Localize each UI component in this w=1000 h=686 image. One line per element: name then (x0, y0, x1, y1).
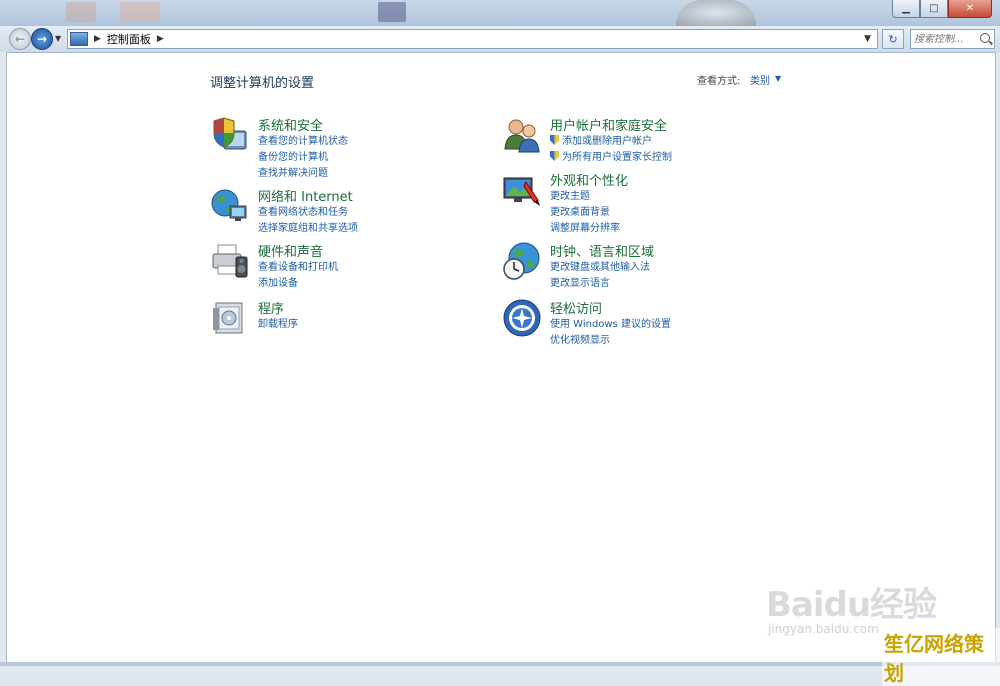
breadcrumb-chevron-icon[interactable]: ▶ (94, 34, 101, 44)
category-link[interactable]: 调整屏幕分辨率 (550, 219, 620, 234)
programs-icon[interactable] (210, 298, 250, 338)
refresh-button[interactable]: ↻ (882, 29, 904, 49)
users-icon[interactable] (502, 115, 542, 155)
view-by-dropdown[interactable]: 类别 (750, 72, 770, 87)
search-input[interactable] (914, 33, 976, 45)
category-system-security: 系统和安全 查看您的计算机状态 备份您的计算机 查找并解决问题 (210, 115, 470, 179)
category-hardware-sound: 硬件和声音 查看设备和打印机 添加设备 (210, 241, 470, 289)
navigation-bar: ← → ▼ ▶ 控制面板 ▶ ▼ ↻ (0, 26, 1000, 52)
category-clock-language-region: 时钟、语言和区域 更改键盘或其他输入法 更改显示语言 (502, 241, 782, 289)
address-bar[interactable]: ▶ 控制面板 ▶ ▼ (67, 29, 878, 49)
breadcrumb-chevron-icon[interactable]: ▶ (157, 34, 164, 44)
network-globe-icon[interactable] (210, 186, 250, 226)
minimize-button[interactable]: ▁ (892, 0, 920, 18)
category-user-accounts: 用户帐户和家庭安全 添加或删除用户帐户 为所有用户设置家长控制 (502, 115, 782, 163)
ease-of-access-icon[interactable] (502, 298, 542, 338)
background-window-ghost (66, 2, 96, 22)
link-label: 添加或删除用户帐户 (562, 136, 652, 147)
category-network-internet: 网络和 Internet 查看网络状态和任务 选择家庭组和共享选项 (210, 186, 470, 234)
category-link[interactable]: 选择家庭组和共享选项 (258, 219, 358, 234)
category-link[interactable]: 查看网络状态和任务 (258, 203, 348, 218)
printer-speaker-icon[interactable] (210, 241, 250, 281)
view-by-label: 查看方式: (697, 76, 741, 87)
category-link[interactable]: 更改显示语言 (550, 274, 610, 289)
search-box[interactable] (910, 29, 995, 49)
category-link[interactable]: 为所有用户设置家长控制 (550, 148, 672, 163)
category-link[interactable]: 优化视频显示 (550, 331, 610, 346)
back-button[interactable]: ← (9, 28, 31, 50)
shield-monitor-icon[interactable] (210, 115, 250, 155)
background-window-ghost (120, 2, 160, 22)
category-appearance: 外观和个性化 更改主题 更改桌面背景 调整屏幕分辨率 (502, 170, 782, 234)
category-link[interactable]: 更改键盘或其他输入法 (550, 258, 650, 273)
search-icon[interactable] (980, 33, 990, 43)
category-link[interactable]: 卸载程序 (258, 315, 298, 330)
control-panel-icon (70, 32, 88, 46)
appearance-icon[interactable] (502, 170, 542, 210)
uac-shield-icon (550, 151, 559, 161)
page-title: 调整计算机的设置 (210, 76, 315, 91)
close-button[interactable]: ✕ (948, 0, 992, 18)
watermark-url: jingyan.baidu.com (768, 622, 879, 636)
category-link[interactable]: 查看您的计算机状态 (258, 132, 348, 147)
category-link[interactable]: 更改主题 (550, 187, 590, 202)
category-link[interactable]: 查看设备和打印机 (258, 258, 338, 273)
watermark-text: 笙亿网络策划 (882, 628, 1000, 686)
uac-shield-icon (550, 135, 559, 145)
address-dropdown-icon[interactable]: ▼ (864, 34, 871, 44)
back-arrow-icon: ← (14, 32, 26, 46)
background-window-ghost (676, 0, 756, 26)
control-panel-content: 调整计算机的设置 查看方式: 类别 ▼ 系统和安全 查看您的计算机状态 备份您的… (6, 52, 996, 664)
link-label: 为所有用户设置家长控制 (562, 152, 672, 163)
category-programs: 程序 卸载程序 (210, 298, 470, 338)
recent-pages-dropdown[interactable]: ▼ (55, 34, 61, 43)
window-controls: ▁ □ ✕ (892, 0, 992, 18)
category-link[interactable]: 查找并解决问题 (258, 164, 328, 179)
category-ease-of-access: 轻松访问 使用 Windows 建议的设置 优化视频显示 (502, 298, 782, 346)
breadcrumb-control-panel[interactable]: 控制面板 (107, 31, 151, 47)
forward-arrow-icon: → (36, 32, 48, 46)
window-bottom-border (0, 662, 1000, 666)
maximize-button[interactable]: □ (920, 0, 948, 18)
forward-button[interactable]: → (31, 28, 53, 50)
background-window-ghost (378, 2, 406, 22)
category-link[interactable]: 备份您的计算机 (258, 148, 328, 163)
chevron-down-icon[interactable]: ▼ (775, 74, 781, 83)
category-link[interactable]: 添加设备 (258, 274, 298, 289)
clock-globe-icon[interactable] (502, 241, 542, 281)
category-link[interactable]: 使用 Windows 建议的设置 (550, 315, 671, 330)
category-link[interactable]: 更改桌面背景 (550, 203, 610, 218)
category-link[interactable]: 添加或删除用户帐户 (550, 132, 652, 147)
baidu-jingyan-watermark: Baidu经验 (766, 585, 937, 625)
window-titlebar: ▁ □ ✕ (0, 0, 1000, 26)
